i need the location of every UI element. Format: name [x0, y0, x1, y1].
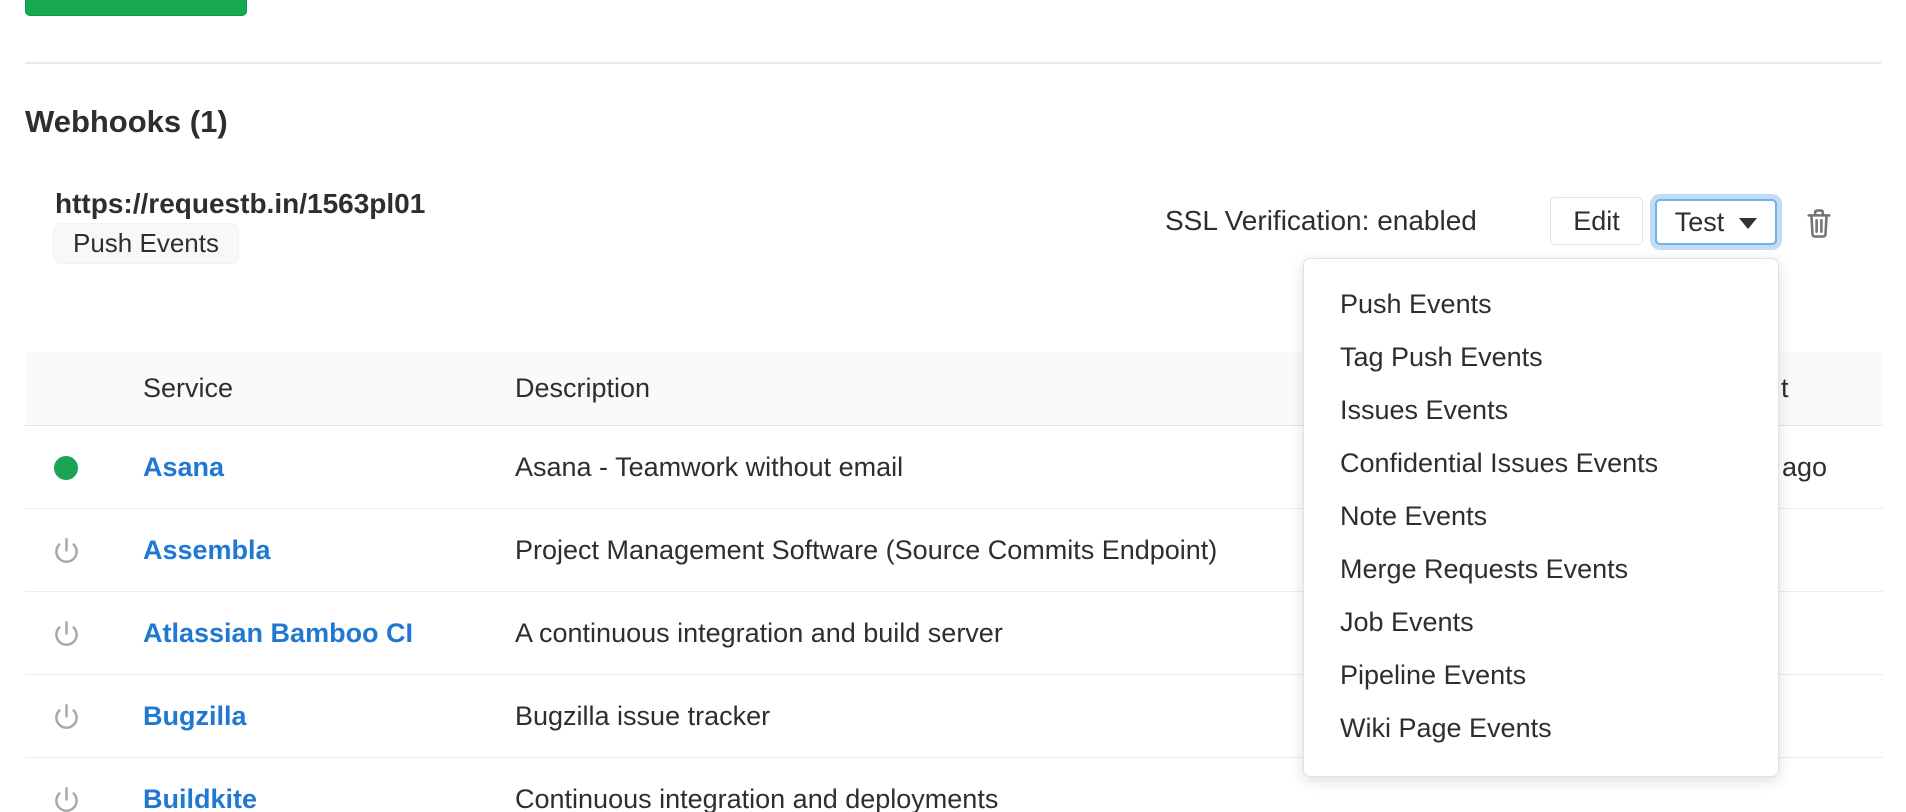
menu-item-issues-events[interactable]: Issues Events: [1304, 384, 1778, 437]
webhooks-section-title: Webhooks (1): [25, 104, 228, 140]
status-cell: [33, 426, 99, 509]
primary-action-button[interactable]: [25, 0, 247, 16]
column-header-service: Service: [143, 352, 233, 425]
menu-item-note-events[interactable]: Note Events: [1304, 490, 1778, 543]
status-cell: [33, 758, 99, 812]
service-description: Asana - Teamwork without email: [515, 426, 903, 509]
webhooks-settings-page: Webhooks (1) https://requestb.in/1563pl0…: [0, 0, 1906, 812]
chevron-down-icon: [1739, 218, 1757, 229]
service-description: Project Management Software (Source Comm…: [515, 509, 1217, 592]
power-icon: [53, 537, 80, 564]
column-header-last-edit-partial: t: [1781, 352, 1789, 425]
section-divider: [25, 62, 1881, 64]
status-active-icon: [54, 456, 78, 480]
webhook-trigger-badge: Push Events: [53, 223, 239, 264]
trash-icon: [1806, 208, 1832, 239]
ssl-verification-status: SSL Verification: enabled: [1165, 205, 1477, 237]
power-icon: [53, 786, 80, 812]
service-description: Continuous integration and deployments: [515, 758, 998, 812]
test-webhook-dropdown-button[interactable]: Test: [1655, 199, 1777, 245]
test-button-label: Test: [1675, 207, 1725, 238]
last-edit-value-partial: ago: [1782, 426, 1827, 509]
menu-item-confidential-issues-events[interactable]: Confidential Issues Events: [1304, 437, 1778, 490]
power-icon: [53, 703, 80, 730]
status-cell: [33, 675, 99, 758]
menu-item-wiki-page-events[interactable]: Wiki Page Events: [1304, 702, 1778, 755]
service-link-atlassian-bamboo-ci[interactable]: Atlassian Bamboo CI: [143, 592, 413, 675]
menu-item-job-events[interactable]: Job Events: [1304, 596, 1778, 649]
service-link-buildkite[interactable]: Buildkite: [143, 758, 257, 812]
service-link-bugzilla[interactable]: Bugzilla: [143, 675, 247, 758]
edit-webhook-button[interactable]: Edit: [1550, 197, 1643, 245]
service-link-asana[interactable]: Asana: [143, 426, 224, 509]
service-description: A continuous integration and build serve…: [515, 592, 1003, 675]
service-description: Bugzilla issue tracker: [515, 675, 770, 758]
test-dropdown-menu: Push Events Tag Push Events Issues Event…: [1303, 258, 1779, 777]
column-header-description: Description: [515, 352, 650, 425]
webhook-url: https://requestb.in/1563pl01: [55, 188, 425, 220]
menu-item-push-events[interactable]: Push Events: [1304, 278, 1778, 331]
edit-button-label: Edit: [1573, 206, 1620, 237]
service-link-assembla[interactable]: Assembla: [143, 509, 271, 592]
menu-item-tag-push-events[interactable]: Tag Push Events: [1304, 331, 1778, 384]
delete-webhook-button[interactable]: [1806, 208, 1832, 239]
status-cell: [33, 592, 99, 675]
menu-item-pipeline-events[interactable]: Pipeline Events: [1304, 649, 1778, 702]
status-cell: [33, 509, 99, 592]
menu-item-merge-requests-events[interactable]: Merge Requests Events: [1304, 543, 1778, 596]
power-icon: [53, 620, 80, 647]
